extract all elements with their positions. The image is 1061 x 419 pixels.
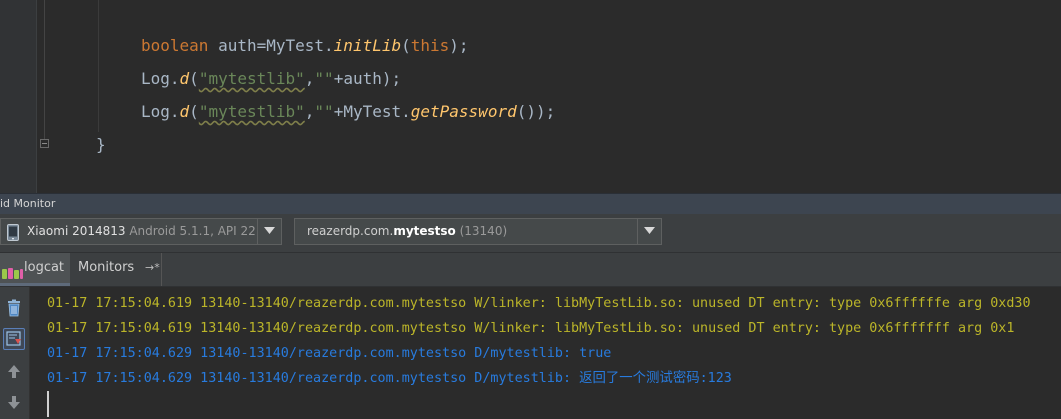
scroll-down-button[interactable]	[3, 391, 25, 413]
string-token: "mytestlib"	[198, 69, 305, 88]
log-line-warning: 01-17 17:15:04.619 13140-13140/reazerdp.…	[47, 295, 1031, 313]
log-line-warning: 01-17 17:15:04.619 13140-13140/reazerdp.…	[47, 320, 1014, 338]
clear-logcat-button[interactable]	[3, 297, 25, 319]
code-token: auth=MyTest.	[208, 36, 334, 55]
process-package: reazerdp.com.	[307, 224, 394, 238]
method-token: getPassword	[410, 102, 517, 121]
string-token: ""	[314, 102, 334, 121]
process-name: mytestso	[393, 224, 456, 238]
log-line-debug: 01-17 17:15:04.629 13140-13140/reazerdp.…	[47, 370, 732, 388]
code-token: Log.	[141, 69, 180, 88]
code-line-3: Log.d("mytestlib",""+MyTest.getPassword(…	[141, 102, 555, 122]
keyword-token: boolean	[141, 36, 209, 55]
code-token: (	[189, 102, 199, 121]
process-selector[interactable]: reazerdp.com.mytestso (13140)	[294, 218, 662, 245]
scroll-to-end-icon	[4, 329, 24, 349]
code-token: (	[401, 36, 411, 55]
tab-logcat-label: logcat	[24, 260, 65, 275]
method-token: d	[179, 69, 190, 88]
monitor-tabs: logcat Monitors →*	[0, 253, 1061, 287]
code-token: );	[449, 36, 469, 55]
indent-guide	[98, 0, 99, 132]
up-arrow-icon	[3, 361, 25, 383]
string-token: ""	[314, 69, 334, 88]
text-cursor	[47, 391, 49, 417]
scroll-to-end-button[interactable]	[3, 328, 25, 350]
logcat-side-toolbar	[0, 287, 30, 419]
device-detail: Android 5.1.1, API 22	[125, 224, 256, 238]
device-toolbar: Xiaomi 2014813 Android 5.1.1, API 22 rea…	[0, 214, 1061, 253]
code-token: +MyTest.	[333, 102, 411, 121]
trash-icon	[3, 297, 25, 319]
code-line-1: boolean auth=MyTest.initLib(this);	[141, 36, 469, 56]
string-token: "mytestlib"	[198, 102, 305, 121]
method-token: d	[179, 102, 190, 121]
logcat-output[interactable]: 01-17 17:15:04.619 13140-13140/reazerdp.…	[30, 287, 1061, 419]
phone-icon	[7, 224, 19, 250]
code-token: }	[96, 135, 106, 154]
method-token: initLib	[333, 36, 402, 55]
code-editor[interactable]: boolean auth=MyTest.initLib(this); Log.d…	[0, 0, 1061, 193]
log-text: 01-17 17:15:04.619 13140-13140/reazerdp.…	[47, 321, 1015, 336]
device-selector[interactable]: Xiaomi 2014813 Android 5.1.1, API 22	[0, 218, 282, 245]
tab-monitors-label: Monitors	[78, 260, 135, 275]
code-token: +auth);	[333, 69, 402, 88]
log-text: 01-17 17:15:04.629 13140-13140/reazerdp.…	[47, 346, 612, 361]
keyword-token: this	[410, 36, 450, 55]
code-token: ());	[516, 102, 556, 121]
code-line-4: }	[96, 135, 106, 155]
process-pid: (13140)	[455, 224, 508, 238]
code-token: Log.	[141, 102, 180, 121]
android-monitor-title-bar: id Monitor	[0, 193, 1061, 214]
code-token: (	[189, 69, 199, 88]
dropdown-arrow-icon[interactable]	[637, 219, 661, 244]
device-label: Xiaomi 2014813 Android 5.1.1, API 22	[27, 219, 256, 244]
log-line-debug: 01-17 17:15:04.629 13140-13140/reazerdp.…	[47, 345, 611, 363]
code-token: ,	[304, 102, 315, 121]
dropdown-arrow-icon[interactable]	[257, 219, 281, 244]
fold-guide	[44, 0, 45, 140]
process-label: reazerdp.com.mytestso (13140)	[307, 219, 507, 244]
editor-gutter	[0, 0, 37, 193]
pin-icon[interactable]: →*	[145, 253, 160, 283]
down-arrow-icon	[3, 391, 25, 413]
tab-logcat[interactable]: logcat	[0, 253, 70, 286]
code-token: ,	[304, 69, 315, 88]
scroll-up-button[interactable]	[3, 361, 25, 383]
code-line-2: Log.d("mytestlib",""+auth);	[141, 69, 401, 89]
fold-collapse-icon[interactable]	[40, 139, 49, 148]
log-text: 01-17 17:15:04.629 13140-13140/reazerdp.…	[47, 371, 732, 386]
log-text: 01-17 17:15:04.619 13140-13140/reazerdp.…	[47, 296, 1031, 311]
device-name: Xiaomi 2014813	[27, 224, 126, 238]
tab-monitors[interactable]: Monitors →*	[70, 253, 162, 286]
panel-title: id Monitor	[0, 197, 56, 210]
